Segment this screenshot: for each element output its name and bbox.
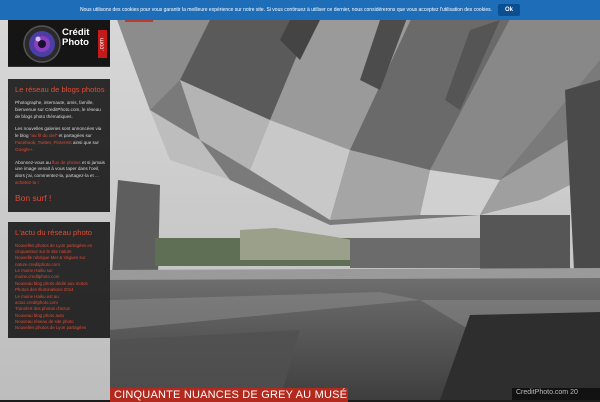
- news-panel: L'actu du réseau photo Nouvelles photos …: [8, 221, 110, 338]
- top-nav-tab[interactable]: [125, 20, 153, 22]
- logo-line2: Photo: [62, 37, 89, 48]
- sidebar: Crédit Photo .com Le réseau de blogs pho…: [8, 20, 110, 338]
- about-subscribe-text-a: Abonnez-vous au: [15, 159, 53, 165]
- about-subscribe: Abonnez-vous au flux de photos et si jam…: [15, 160, 105, 187]
- cookie-ok-button[interactable]: Ok: [498, 4, 521, 16]
- about-intro: Photographe, internaute, amis, famille, …: [15, 100, 101, 119]
- photo-feed-link[interactable]: flux de photos: [52, 160, 81, 165]
- about-galleries-text-c: ainsi que sur: [71, 139, 99, 145]
- news-list: Nouvelles photos de Lyon partagées en ci…: [15, 243, 105, 332]
- buy-photo-link[interactable]: achetez-la !: [15, 180, 39, 185]
- news-panel-title: L'actu du réseau photo: [15, 227, 93, 237]
- camera-lens-icon: [23, 25, 61, 63]
- logo-com-badge: .com: [98, 30, 107, 58]
- about-galleries: Les nouvelles galeries sont annoncées vi…: [15, 126, 105, 153]
- photo-credit: CreditPhoto.com 20: [512, 388, 600, 400]
- cookie-consent-bar: Nous utilisons des cookies pour vous gar…: [0, 0, 600, 20]
- bon-surf-heading: Bon surf !: [15, 192, 52, 203]
- cookie-message: Nous utilisons des cookies pour vous gar…: [79, 7, 492, 13]
- social-links[interactable]: Facebook, Twitter, Pinterest: [15, 140, 72, 145]
- google-plus-link[interactable]: Google+.: [15, 147, 34, 152]
- about-galleries-text-b: et partagées sur: [57, 133, 92, 139]
- about-panel-title: Le réseau de blogs photos: [15, 85, 105, 94]
- about-panel: Le réseau de blogs photos Photographe, i…: [8, 79, 110, 212]
- site-logo[interactable]: Crédit Photo .com: [8, 20, 110, 67]
- news-item[interactable]: Nouvelles photos de Lyon partagées: [15, 325, 105, 331]
- logo-wordmark: Crédit Photo: [62, 28, 89, 48]
- blog-link[interactable]: "au fil du ciel": [30, 133, 58, 138]
